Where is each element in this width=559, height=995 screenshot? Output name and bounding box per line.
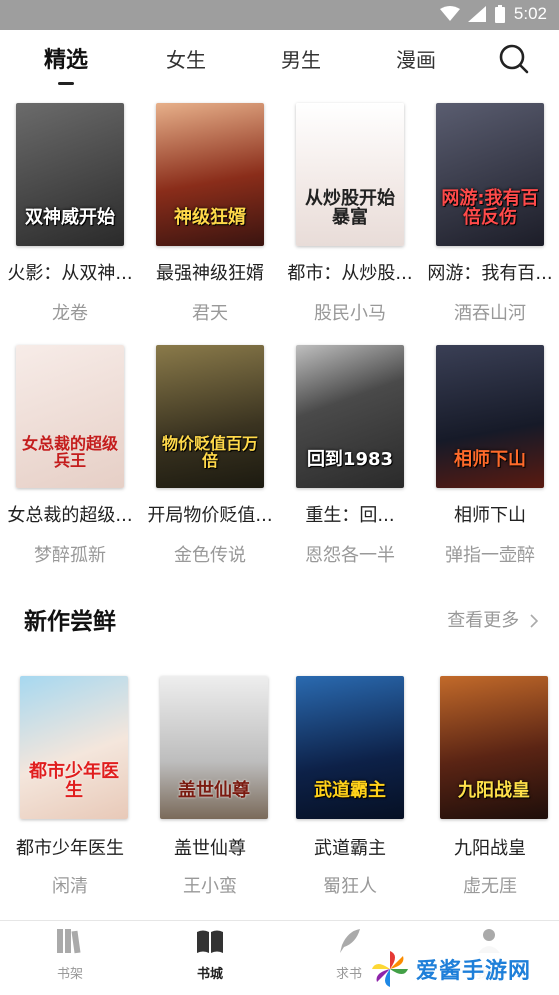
cover-title: 从炒股开始暴富	[305, 188, 395, 229]
book-cover[interactable]: 双神威开始	[16, 103, 124, 246]
book-author: 弹指一壶醉	[445, 545, 535, 566]
book-row-1: 双神威开始 火影：从双神... 龙卷 神级狂婿 最强神级狂婿 君天 从炒股开始暴…	[0, 103, 559, 343]
book-card[interactable]: 神级狂婿 最强神级狂婿 君天	[140, 103, 280, 333]
cover-title: 双神威开始	[25, 207, 115, 229]
nav-bookshelf-label: 书架	[56, 967, 83, 982]
chevron-right-icon	[530, 614, 539, 628]
book-cover[interactable]: 九阳战皇	[440, 676, 548, 819]
book-title: 最强神级狂婿	[156, 263, 264, 284]
book-card[interactable]: 盖世仙尊 盖世仙尊 王小蛮	[140, 676, 280, 906]
book-author: 梦醉孤新	[34, 545, 106, 566]
cover-title: 回到1983	[306, 449, 394, 471]
book-author: 金色传说	[174, 545, 246, 566]
book-cover[interactable]: 都市少年医生	[20, 676, 128, 819]
book-title: 都市少年医生	[16, 838, 124, 859]
watermark: 爱酱手游网	[370, 944, 559, 994]
book-title: 武道霸主	[314, 838, 386, 859]
book-title: 开局物价贬值...	[147, 505, 273, 526]
book-title: 网游：我有百...	[427, 263, 553, 284]
book-card[interactable]: 相师下山 相师下山 弹指一壶醉	[420, 345, 559, 575]
book-author: 王小蛮	[183, 876, 237, 897]
book-card[interactable]: 双神威开始 火影：从双神... 龙卷	[0, 103, 140, 333]
book-cover[interactable]: 神级狂婿	[156, 103, 264, 246]
book-card[interactable]: 武道霸主 武道霸主 蜀狂人	[280, 676, 420, 906]
cover-title: 网游:我有百倍反伤	[441, 188, 539, 229]
feather-icon	[340, 929, 360, 953]
book-author: 虚无厓	[463, 876, 517, 897]
nav-bookstore[interactable]: 书城	[170, 927, 250, 982]
book-open-icon	[197, 930, 223, 953]
book-title: 相师下山	[454, 505, 526, 526]
signal-icon	[467, 6, 486, 22]
tab-female[interactable]: 女生	[166, 44, 206, 73]
book-author: 蜀狂人	[323, 876, 377, 897]
book-author: 君天	[192, 303, 228, 324]
cover-title: 盖世仙尊	[178, 780, 250, 802]
book-card[interactable]: 网游:我有百倍反伤 网游：我有百... 酒吞山河	[420, 103, 559, 333]
nav-bookstore-label: 书城	[196, 967, 223, 982]
search-icon[interactable]	[498, 43, 530, 75]
book-card[interactable]: 回到1983 重生：回... 恩怨各一半	[280, 345, 420, 575]
status-bar: 5:02	[0, 0, 559, 30]
book-cover[interactable]: 女总裁的超级兵王	[16, 345, 124, 488]
book-row-3: 都市少年医生 都市少年医生 闲清 盖世仙尊 盖世仙尊 王小蛮 武道霸主 武道霸主…	[0, 676, 559, 916]
tab-male-label: 男生	[281, 48, 321, 72]
book-cover[interactable]: 物价贬值百万倍	[156, 345, 264, 488]
active-tab-indicator	[58, 82, 74, 85]
book-cover[interactable]: 相师下山	[436, 345, 544, 488]
book-card[interactable]: 物价贬值百万倍 开局物价贬值... 金色传说	[140, 345, 280, 575]
book-card[interactable]: 从炒股开始暴富 都市：从炒股... 股民小马	[280, 103, 420, 333]
book-title: 盖世仙尊	[174, 838, 246, 859]
battery-icon	[494, 5, 505, 23]
cover-title: 神级狂婿	[174, 207, 246, 229]
see-more-link[interactable]: 查看更多	[447, 606, 539, 632]
pinwheel-logo-icon	[372, 951, 408, 987]
book-author: 酒吞山河	[454, 303, 526, 324]
wifi-icon	[439, 6, 460, 21]
cover-title: 都市少年医生	[29, 761, 119, 802]
cover-title: 物价贬值百万倍	[161, 434, 258, 471]
new-works-section-header: 新作尝鲜 查看更多	[0, 590, 559, 646]
tab-comics-label: 漫画	[396, 48, 436, 72]
book-author: 闲清	[52, 876, 88, 897]
bookshelf-icon	[57, 929, 81, 954]
book-row-2: 女总裁的超级兵王 女总裁的超级... 梦醉孤新 物价贬值百万倍 开局物价贬值..…	[0, 345, 559, 585]
cover-title: 女总裁的超级兵王	[21, 434, 118, 471]
book-author: 龙卷	[52, 303, 88, 324]
book-cover[interactable]: 从炒股开始暴富	[296, 103, 404, 246]
book-author: 恩怨各一半	[305, 545, 395, 566]
cover-title: 相师下山	[454, 449, 526, 471]
clock: 5:02	[513, 4, 547, 23]
book-cover[interactable]: 武道霸主	[296, 676, 404, 819]
tab-male[interactable]: 男生	[281, 44, 321, 73]
book-title: 都市：从炒股...	[287, 263, 413, 284]
book-title: 重生：回...	[305, 505, 395, 526]
book-cover[interactable]: 盖世仙尊	[160, 676, 268, 819]
tab-featured-label: 精选	[44, 48, 89, 73]
book-card[interactable]: 都市少年医生 都市少年医生 闲清	[0, 676, 140, 906]
book-card[interactable]: 女总裁的超级兵王 女总裁的超级... 梦醉孤新	[0, 345, 140, 575]
nav-bookshelf[interactable]: 书架	[30, 927, 110, 982]
book-card[interactable]: 九阳战皇 九阳战皇 虚无厓	[420, 676, 559, 906]
section-title: 新作尝鲜	[24, 609, 116, 635]
book-cover[interactable]: 回到1983	[296, 345, 404, 488]
tab-featured[interactable]: 精选	[44, 42, 88, 85]
book-title: 九阳战皇	[454, 838, 526, 859]
watermark-text: 爱酱手游网	[416, 959, 532, 984]
book-cover[interactable]: 网游:我有百倍反伤	[436, 103, 544, 246]
book-title: 女总裁的超级...	[7, 505, 133, 526]
cover-title: 武道霸主	[314, 780, 386, 802]
top-tab-bar: 精选 女生 男生 漫画	[0, 30, 559, 102]
book-author: 股民小马	[314, 303, 386, 324]
cover-title: 九阳战皇	[458, 780, 530, 802]
see-more-label: 查看更多	[447, 610, 520, 631]
book-title: 火影：从双神...	[7, 263, 133, 284]
tab-female-label: 女生	[166, 48, 206, 72]
tab-comics[interactable]: 漫画	[396, 44, 436, 73]
